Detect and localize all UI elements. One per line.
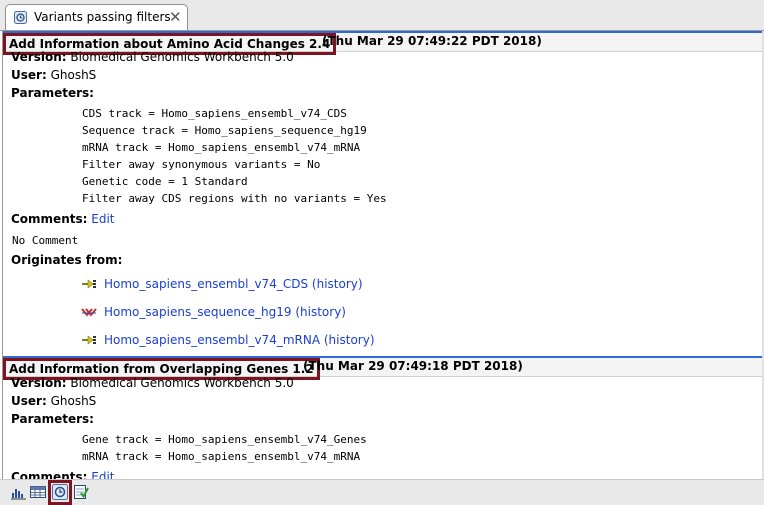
filter-view-icon[interactable] xyxy=(72,483,90,501)
user-value: GhoshS xyxy=(50,394,97,408)
graph-view-icon[interactable] xyxy=(10,483,28,501)
table-view-icon[interactable] xyxy=(29,483,47,501)
comment-text: No Comment xyxy=(12,234,79,247)
history-panel: Add Information about Amino Acid Changes… xyxy=(2,31,763,479)
cds-track-icon xyxy=(82,279,96,289)
user-row: User: GhoshS xyxy=(11,68,96,82)
comments-label: Comments: xyxy=(11,470,88,479)
user-row: User: GhoshS xyxy=(11,394,96,408)
parameter-line: Genetic code = 1 Standard xyxy=(82,175,248,188)
editor-tab-bar: Variants passing filters ✕ xyxy=(0,0,764,31)
history-entry-header: Add Information about Amino Acid Changes… xyxy=(3,31,763,55)
history-view-icon xyxy=(52,484,68,500)
parameters-label: Parameters: xyxy=(11,86,94,100)
tab-variants-passing-filters[interactable]: Variants passing filters ✕ xyxy=(5,4,188,30)
user-label: User: xyxy=(11,394,47,408)
version-value: Biomedical Genomics Workbench 5.0 xyxy=(70,50,294,64)
parameter-line: mRNA track = Homo_sapiens_ensembl_v74_mR… xyxy=(82,141,361,154)
entry-date: (Thu Mar 29 07:49:18 PDT 2018) xyxy=(303,359,523,373)
origin-link[interactable]: Homo_sapiens_ensembl_v74_CDS xyxy=(104,277,308,291)
user-label: User: xyxy=(11,68,47,82)
version-row: Version: Biomedical Genomics Workbench 5… xyxy=(11,50,294,64)
close-icon[interactable]: ✕ xyxy=(169,8,182,26)
history-view-button[interactable] xyxy=(48,480,72,505)
mrna-track-icon xyxy=(82,335,96,345)
parameter-line: Filter away synonymous variants = No xyxy=(82,158,321,171)
parameter-line: mRNA track = Homo_sapiens_ensembl_v74_mR… xyxy=(82,450,361,463)
comments-label: Comments: xyxy=(11,212,88,226)
edit-comment-link[interactable]: Edit xyxy=(91,212,114,226)
view-switcher-bar xyxy=(0,479,764,505)
parameter-line: Gene track = Homo_sapiens_ensembl_v74_Ge… xyxy=(82,433,367,446)
entry-date: (Thu Mar 29 07:49:22 PDT 2018) xyxy=(322,34,542,48)
origin-history-link[interactable]: (history) xyxy=(324,333,375,347)
parameters-label: Parameters: xyxy=(11,412,94,426)
originates-label: Originates from: xyxy=(11,253,123,267)
version-label: Version: xyxy=(11,50,67,64)
origin-link[interactable]: Homo_sapiens_ensembl_v74_mRNA xyxy=(104,333,320,347)
user-value: GhoshS xyxy=(50,68,97,82)
version-row: Version: Biomedical Genomics Workbench 5… xyxy=(11,376,294,390)
origin-history-link[interactable]: (history) xyxy=(295,305,346,319)
origin-item: Homo_sapiens_sequence_hg19 (history) xyxy=(81,305,346,319)
origin-link[interactable]: Homo_sapiens_sequence_hg19 xyxy=(104,305,292,319)
origin-item: Homo_sapiens_ensembl_v74_mRNA (history) xyxy=(81,333,375,347)
comments-row: Comments: Edit xyxy=(11,212,115,226)
comments-row: Comments: Edit xyxy=(11,470,115,479)
version-value: Biomedical Genomics Workbench 5.0 xyxy=(70,376,294,390)
history-icon xyxy=(14,11,27,24)
parameter-line: CDS track = Homo_sapiens_ensembl_v74_CDS xyxy=(82,107,347,120)
parameter-line: Sequence track = Homo_sapiens_sequence_h… xyxy=(82,124,367,137)
version-label: Version: xyxy=(11,376,67,390)
origin-history-link[interactable]: (history) xyxy=(312,277,363,291)
tab-title: Variants passing filters xyxy=(34,10,171,24)
origin-item: Homo_sapiens_ensembl_v74_CDS (history) xyxy=(81,277,363,291)
edit-comment-link[interactable]: Edit xyxy=(91,470,114,479)
history-entry-header: Add Information from Overlapping Genes 1… xyxy=(3,356,763,380)
sequence-track-icon xyxy=(81,308,97,317)
parameter-line: Filter away CDS regions with no variants… xyxy=(82,192,387,205)
